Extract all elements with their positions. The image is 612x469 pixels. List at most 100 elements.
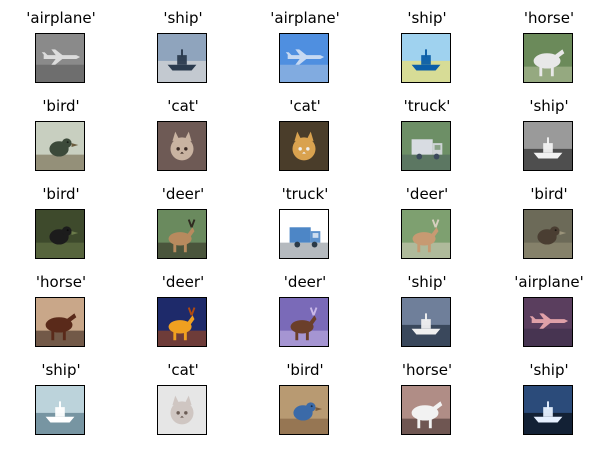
image-thumbnail	[523, 209, 573, 259]
grid-cell: 'ship'	[366, 0, 488, 88]
image-thumbnail	[35, 121, 85, 171]
grid-cell: 'deer'	[244, 264, 366, 352]
image-label: 'horse'	[35, 273, 87, 291]
image-thumbnail	[523, 385, 573, 435]
grid-cell: 'deer'	[366, 176, 488, 264]
grid-cell: 'cat'	[244, 88, 366, 176]
image-thumbnail	[401, 385, 451, 435]
grid-cell: 'airplane'	[488, 264, 610, 352]
grid-cell: 'truck'	[366, 88, 488, 176]
bird-image-art	[36, 122, 84, 170]
image-thumbnail	[35, 385, 85, 435]
grid-cell: 'horse'	[488, 0, 610, 88]
image-thumbnail	[401, 121, 451, 171]
image-label: 'bird'	[530, 185, 568, 203]
image-label: 'bird'	[286, 361, 324, 379]
ship-image-art	[36, 386, 84, 434]
truck-image-art	[402, 122, 450, 170]
ship-image-art	[524, 386, 572, 434]
image-thumbnail	[279, 297, 329, 347]
image-label: 'cat'	[167, 97, 199, 115]
grid-cell: 'bird'	[244, 352, 366, 440]
image-thumbnail	[35, 297, 85, 347]
image-thumbnail	[35, 33, 85, 83]
image-label: 'airplane'	[514, 273, 584, 291]
image-thumbnail	[157, 385, 207, 435]
grid-cell: 'ship'	[122, 0, 244, 88]
image-label: 'deer'	[161, 273, 205, 291]
ship-image-art	[402, 298, 450, 346]
image-thumbnail	[279, 121, 329, 171]
deer-image-art	[158, 210, 206, 258]
cat-image-art	[158, 386, 206, 434]
grid-cell: 'bird'	[0, 176, 122, 264]
grid-cell: 'ship'	[366, 264, 488, 352]
image-thumbnail	[401, 33, 451, 83]
image-thumbnail	[401, 209, 451, 259]
grid-cell: 'bird'	[488, 176, 610, 264]
image-thumbnail	[279, 33, 329, 83]
horse-image-art	[402, 386, 450, 434]
image-thumbnail	[401, 297, 451, 347]
image-thumbnail	[157, 33, 207, 83]
image-thumbnail	[523, 121, 573, 171]
grid-cell: 'airplane'	[0, 0, 122, 88]
bird-image-art	[36, 210, 84, 258]
image-label: 'airplane'	[270, 9, 340, 27]
image-label: 'ship'	[407, 273, 447, 291]
grid-cell: 'cat'	[122, 88, 244, 176]
image-label: 'ship'	[407, 9, 447, 27]
image-label: 'horse'	[523, 9, 575, 27]
grid-cell: 'truck'	[244, 176, 366, 264]
grid-cell: 'deer'	[122, 176, 244, 264]
grid-cell: 'ship'	[488, 88, 610, 176]
bird-image-art	[524, 210, 572, 258]
image-label: 'ship'	[163, 9, 203, 27]
image-label: 'bird'	[42, 97, 80, 115]
image-thumbnail	[157, 121, 207, 171]
cat-image-art	[280, 122, 328, 170]
image-label: 'truck'	[281, 185, 329, 203]
image-label: 'bird'	[42, 185, 80, 203]
ship-image-art	[402, 34, 450, 82]
image-label: 'horse'	[401, 361, 453, 379]
grid-cell: 'horse'	[366, 352, 488, 440]
bird-image-art	[280, 386, 328, 434]
grid-cell: 'cat'	[122, 352, 244, 440]
image-label: 'deer'	[405, 185, 449, 203]
image-label: 'ship'	[529, 97, 569, 115]
grid-cell: 'ship'	[0, 352, 122, 440]
airplane-image-art	[36, 34, 84, 82]
deer-image-art	[280, 298, 328, 346]
image-thumbnail	[523, 297, 573, 347]
airplane-image-art	[280, 34, 328, 82]
image-thumbnail	[523, 33, 573, 83]
image-grid: 'airplane' 'ship' 'airplane' 'ship' 'hor…	[0, 0, 612, 469]
cat-image-art	[158, 122, 206, 170]
image-thumbnail	[157, 297, 207, 347]
image-thumbnail	[279, 209, 329, 259]
image-thumbnail	[157, 209, 207, 259]
ship-image-art	[158, 34, 206, 82]
ship-image-art	[524, 122, 572, 170]
truck-image-art	[280, 210, 328, 258]
grid-cell: 'bird'	[0, 88, 122, 176]
image-thumbnail	[35, 209, 85, 259]
horse-image-art	[36, 298, 84, 346]
image-label: 'airplane'	[26, 9, 96, 27]
image-label: 'cat'	[167, 361, 199, 379]
grid-cell: 'airplane'	[244, 0, 366, 88]
image-label: 'cat'	[289, 97, 321, 115]
grid-cell: 'ship'	[488, 352, 610, 440]
airplane-image-art	[524, 298, 572, 346]
grid-cell: 'horse'	[0, 264, 122, 352]
grid-cell: 'deer'	[122, 264, 244, 352]
horse-image-art	[524, 34, 572, 82]
image-label: 'ship'	[41, 361, 81, 379]
image-label: 'deer'	[161, 185, 205, 203]
image-label: 'truck'	[403, 97, 451, 115]
deer-image-art	[158, 298, 206, 346]
image-label: 'deer'	[283, 273, 327, 291]
image-thumbnail	[279, 385, 329, 435]
image-label: 'ship'	[529, 361, 569, 379]
